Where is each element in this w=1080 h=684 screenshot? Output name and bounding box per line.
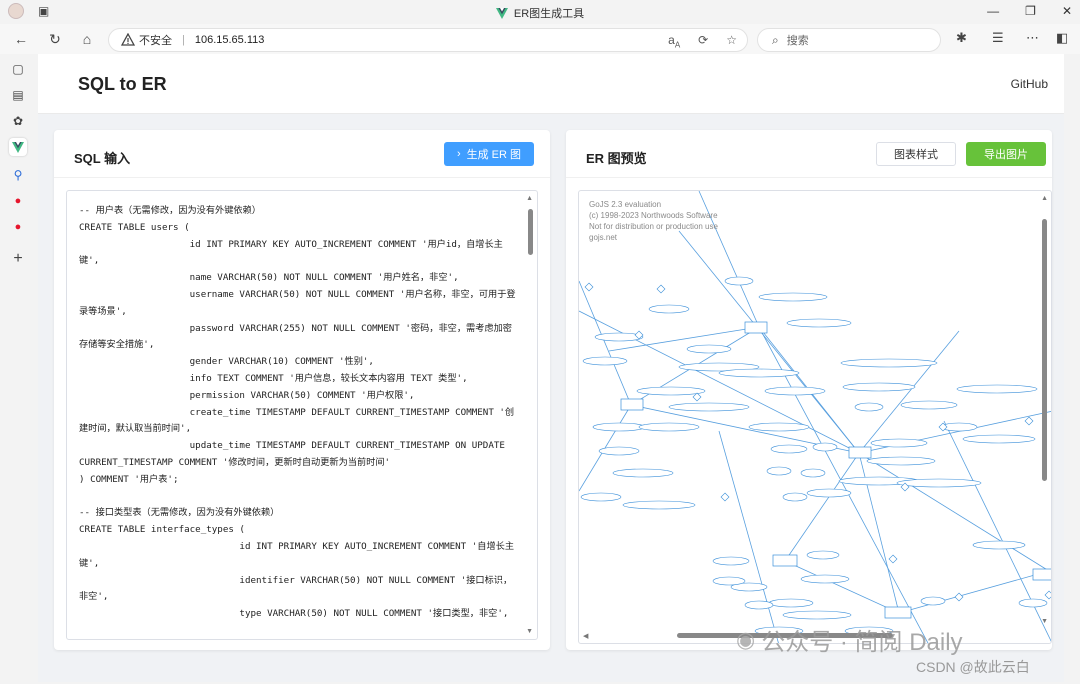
- scroll-up-icon[interactable]: ▲: [1041, 195, 1048, 202]
- er-card-title: ER 图预览: [586, 151, 647, 166]
- gojs-notice-line: Not for distribution or production use: [589, 222, 718, 231]
- chart-style-button[interactable]: 图表样式: [876, 142, 956, 166]
- restore-icon[interactable]: ❐: [1025, 4, 1036, 18]
- gojs-notice-line: GoJS 2.3 evaluation: [589, 200, 662, 209]
- app-title: SQL to ER: [78, 74, 167, 94]
- scroll-up-icon[interactable]: ▲: [526, 195, 533, 202]
- close-icon[interactable]: ✕: [1062, 4, 1072, 18]
- generate-er-label: 生成 ER 图: [466, 149, 522, 161]
- back-icon[interactable]: ←: [12, 30, 30, 48]
- github-link[interactable]: GitHub: [1011, 77, 1048, 91]
- editor-scroll-thumb[interactable]: [528, 209, 533, 255]
- weibo-icon[interactable]: ●: [9, 192, 27, 210]
- sql-code[interactable]: -- 用户表（无需修改，因为没有外键依赖） CREATE TABLE users…: [79, 203, 519, 623]
- weibo-icon-2[interactable]: ●: [9, 218, 27, 236]
- security-label[interactable]: 不安全: [139, 32, 172, 48]
- scroll-left-icon[interactable]: ◀: [583, 632, 588, 640]
- address-bar[interactable]: 不安全 | 106.15.65.113 aA ⟳ ☆: [108, 28, 748, 52]
- browser-sidebar: ▢ ▤ ✿ ⚲ ● ● +: [0, 54, 36, 684]
- generate-er-button[interactable]: › 生成 ER 图: [444, 142, 534, 166]
- address-separator: |: [182, 34, 185, 46]
- export-image-button[interactable]: 导出图片: [966, 142, 1046, 166]
- tab-title: ER图生成工具: [513, 8, 585, 20]
- er-card-header: ER 图预览 图表样式 导出图片: [566, 130, 1052, 178]
- more-menu-icon[interactable]: ⋯: [1026, 30, 1039, 46]
- home-icon[interactable]: ⌂: [78, 30, 96, 48]
- editor-scrollbar[interactable]: ▲ ▼: [523, 191, 537, 639]
- diagram-vertical-scroll-thumb[interactable]: [1042, 219, 1047, 481]
- er-diagram-canvas[interactable]: GoJS 2.3 evaluation (c) 1998-2023 Northw…: [578, 190, 1052, 644]
- favorites-list-icon[interactable]: ☰: [992, 30, 1004, 46]
- vue-tab-icon[interactable]: [9, 138, 27, 156]
- sidebar-toggle-icon[interactable]: ◧: [1056, 30, 1068, 46]
- tab-actions-icon[interactable]: ▢: [9, 60, 27, 78]
- app-header: SQL to ER GitHub: [38, 54, 1064, 114]
- csdn-watermark: CSDN @故此云白: [916, 659, 1030, 675]
- extensions-icon[interactable]: ✱: [956, 30, 967, 46]
- browser-toolbar: ← ↻ ⌂ 不安全 | 106.15.65.113 aA ⟳ ☆ ⌕ 搜索 ✱ …: [0, 24, 1080, 54]
- sql-input-card: SQL 输入 › 生成 ER 图 -- 用户表（无需修改，因为没有外键依赖） C…: [54, 130, 550, 650]
- er-diagram-svg[interactable]: [579, 191, 1052, 644]
- search-placeholder: 搜索: [786, 35, 809, 47]
- sql-editor[interactable]: -- 用户表（无需修改，因为没有外键依赖） CREATE TABLE users…: [66, 190, 538, 640]
- wechat-icon: ◉: [736, 626, 756, 652]
- gojs-evaluation-notice: GoJS 2.3 evaluation (c) 1998-2023 Northw…: [589, 199, 718, 243]
- wechat-watermark: ◉ 公众号 · 简阅 Daily: [736, 622, 963, 657]
- scroll-down-icon[interactable]: ▼: [1041, 618, 1048, 625]
- minimize-icon[interactable]: —: [987, 4, 999, 18]
- scroll-down-icon[interactable]: ▼: [526, 628, 533, 635]
- add-tab-icon[interactable]: +: [9, 250, 27, 268]
- app-icon[interactable]: ✿: [9, 112, 27, 130]
- sql-card-header: SQL 输入 › 生成 ER 图: [54, 130, 550, 178]
- chevron-right-icon: ›: [456, 148, 461, 160]
- gojs-notice-line: (c) 1998-2023 Northwoods Software: [589, 211, 718, 220]
- window-titlebar: ▣ ER图生成工具 — ❐ ✕: [0, 0, 1080, 24]
- favorite-star-icon[interactable]: ☆: [726, 33, 737, 49]
- vue-logo-icon: [495, 7, 508, 19]
- read-aloud-icon[interactable]: aA: [668, 33, 680, 49]
- er-preview-card: ER 图预览 图表样式 导出图片 GoJS 2.3 evaluation (c)…: [566, 130, 1052, 650]
- search-tab-icon[interactable]: ⚲: [9, 166, 27, 184]
- refresh-icon[interactable]: ↻: [46, 30, 64, 48]
- gojs-notice-line: gojs.net: [589, 233, 618, 242]
- collections-icon[interactable]: ▤: [9, 86, 27, 104]
- extension-refresh-icon[interactable]: ⟳: [698, 33, 708, 49]
- url-text[interactable]: 106.15.65.113: [195, 34, 265, 46]
- page-content: SQL to ER GitHub SQL 输入 › 生成 ER 图 -- 用户表…: [38, 54, 1064, 682]
- search-icon: ⌕: [772, 32, 779, 47]
- sql-card-title: SQL 输入: [74, 151, 131, 166]
- warning-icon[interactable]: [120, 32, 136, 47]
- watermark-text: 公众号 · 简阅 Daily: [761, 629, 963, 656]
- search-box[interactable]: ⌕ 搜索: [757, 28, 941, 52]
